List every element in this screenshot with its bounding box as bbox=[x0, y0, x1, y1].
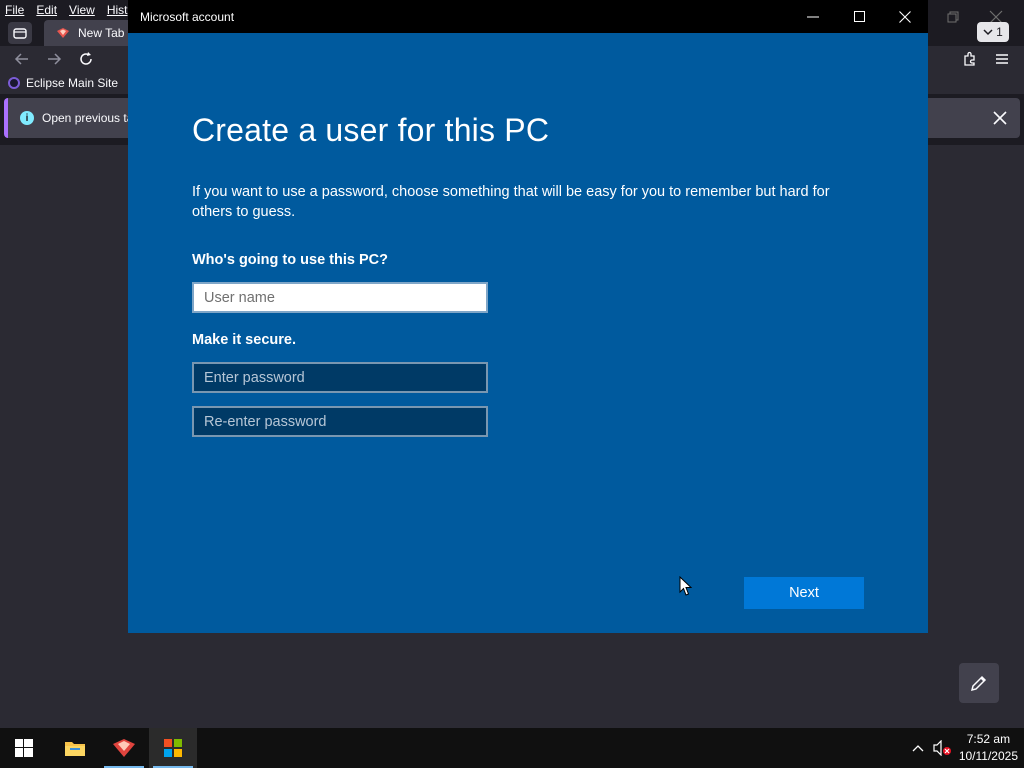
chevron-up-icon[interactable] bbox=[910, 740, 928, 756]
bookmark-eclipse[interactable]: Eclipse Main Site bbox=[0, 76, 118, 90]
file-explorer-button[interactable] bbox=[51, 728, 99, 768]
page-title: Create a user for this PC bbox=[192, 112, 550, 148]
extensions-icon[interactable] bbox=[960, 49, 980, 69]
mouse-cursor-icon bbox=[679, 576, 693, 596]
dialog-titlebar: Microsoft account bbox=[128, 0, 928, 33]
minimize-button[interactable] bbox=[790, 0, 836, 33]
chevron-down-icon bbox=[983, 29, 993, 36]
clock-date: 10/11/2025 bbox=[958, 749, 1018, 763]
password-input[interactable] bbox=[192, 362, 488, 393]
downloads-count: 1 bbox=[996, 25, 1003, 39]
reload-icon[interactable] bbox=[76, 49, 96, 69]
dialog-title: Microsoft account bbox=[140, 9, 235, 24]
tab-title: New Tab bbox=[78, 26, 125, 40]
infobar-text: Open previous ta bbox=[42, 111, 134, 125]
tab-list-icon[interactable] bbox=[8, 22, 32, 44]
microsoft-store-icon bbox=[164, 739, 182, 757]
file-explorer-icon bbox=[65, 742, 85, 756]
menu-file[interactable]: File bbox=[0, 3, 30, 17]
pencil-icon bbox=[970, 675, 987, 692]
eclipse-favicon-icon bbox=[8, 77, 20, 89]
intro-text: If you want to use a password, choose so… bbox=[192, 184, 830, 220]
volume-muted-icon[interactable] bbox=[933, 739, 953, 757]
microsoft-store-button[interactable] bbox=[149, 728, 197, 768]
bookmark-label: Eclipse Main Site bbox=[26, 76, 119, 90]
browser-taskbar-button[interactable] bbox=[100, 728, 148, 768]
microsoft-account-dialog: Microsoft account Create a user for this… bbox=[128, 0, 928, 633]
forward-arrow-icon[interactable] bbox=[44, 49, 64, 69]
start-button[interactable] bbox=[0, 728, 48, 768]
maximize-button[interactable] bbox=[836, 0, 882, 33]
downloads-button[interactable]: 1 bbox=[977, 22, 1009, 42]
menu-view[interactable]: View bbox=[63, 3, 101, 17]
minimize-icon bbox=[807, 16, 819, 17]
reenter-password-input[interactable] bbox=[192, 406, 488, 437]
username-input[interactable] bbox=[192, 282, 488, 313]
close-icon bbox=[899, 10, 911, 23]
back-arrow-icon[interactable] bbox=[12, 49, 32, 69]
clock-time: 7:52 am bbox=[966, 732, 1011, 746]
info-icon: i bbox=[20, 111, 34, 125]
windows-start-icon bbox=[15, 739, 33, 757]
taskbar: 7:52 am 10/11/2025 bbox=[0, 728, 1024, 768]
app-icon bbox=[113, 739, 135, 757]
close-icon[interactable] bbox=[990, 108, 1010, 128]
close-button[interactable] bbox=[882, 0, 928, 33]
edit-button[interactable] bbox=[959, 663, 999, 703]
secure-label: Make it secure. bbox=[192, 332, 296, 348]
hamburger-menu-icon[interactable] bbox=[992, 49, 1012, 69]
restore-icon[interactable] bbox=[940, 0, 966, 33]
system-clock[interactable]: 7:52 am 10/11/2025 bbox=[959, 731, 1018, 765]
next-button[interactable]: Next bbox=[744, 577, 864, 609]
menu-edit[interactable]: Edit bbox=[30, 3, 63, 17]
tab-favicon-icon bbox=[57, 28, 69, 38]
maximize-icon bbox=[853, 11, 865, 22]
username-label: Who's going to use this PC? bbox=[192, 252, 388, 268]
